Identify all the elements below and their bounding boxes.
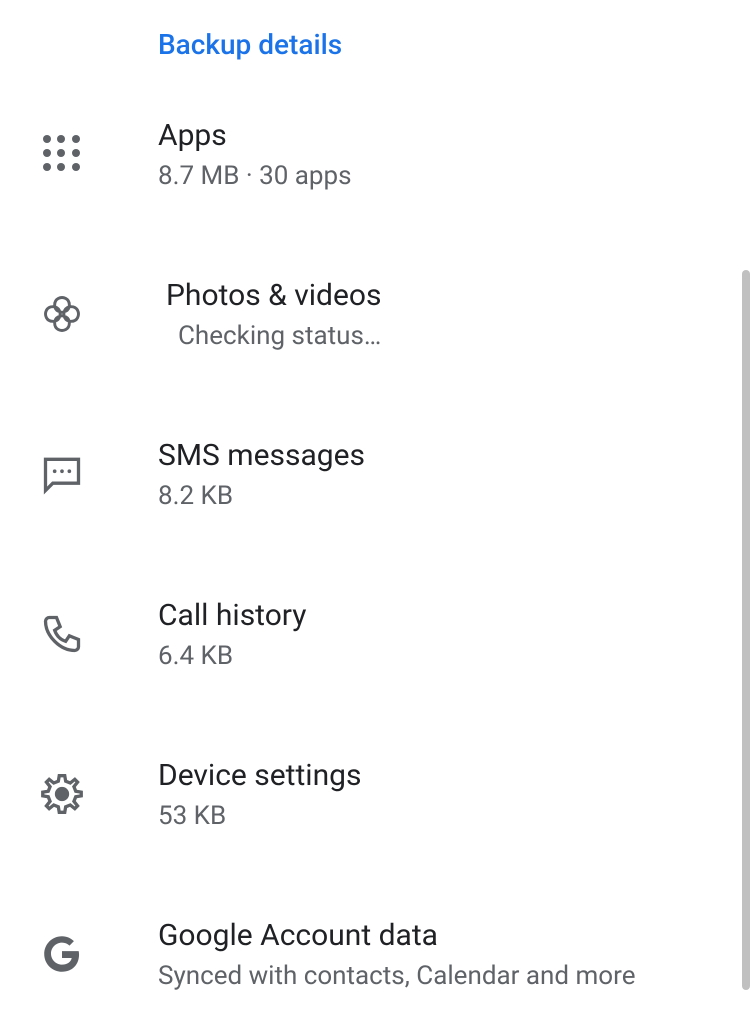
item-subtitle: 6.4 KB <box>158 641 306 671</box>
phone-icon <box>38 610 86 658</box>
google-icon <box>38 930 86 978</box>
sms-icon <box>38 450 86 498</box>
item-sms[interactable]: SMS messages 8.2 KB <box>0 436 753 511</box>
item-title: Call history <box>158 596 306 635</box>
item-subtitle: 53 KB <box>158 801 362 831</box>
item-subtitle: 8.2 KB <box>158 481 365 511</box>
apps-icon <box>38 130 86 178</box>
item-apps[interactable]: Apps 8.7 MB · 30 apps <box>0 116 753 191</box>
item-device-settings[interactable]: Device settings 53 KB <box>0 756 753 831</box>
item-title: Apps <box>158 116 352 155</box>
photos-icon <box>38 290 86 338</box>
section-header: Backup details <box>0 0 753 61</box>
item-title: Photos & videos <box>166 276 381 315</box>
item-call-history[interactable]: Call history 6.4 KB <box>0 596 753 671</box>
item-subtitle: Checking status… <box>166 321 381 351</box>
item-title: Device settings <box>158 756 362 795</box>
gear-icon <box>38 770 86 818</box>
scrollbar[interactable] <box>742 270 750 990</box>
item-subtitle: 8.7 MB · 30 apps <box>158 161 352 191</box>
item-title: Google Account data <box>158 916 635 955</box>
item-google-account[interactable]: Google Account data Synced with contacts… <box>0 916 753 991</box>
item-photos-videos[interactable]: Photos & videos Checking status… <box>0 276 753 351</box>
item-title: SMS messages <box>158 436 365 475</box>
backup-items-list: Apps 8.7 MB · 30 apps Photos & videos Ch… <box>0 61 753 991</box>
item-subtitle: Synced with contacts, Calendar and more <box>158 961 635 991</box>
